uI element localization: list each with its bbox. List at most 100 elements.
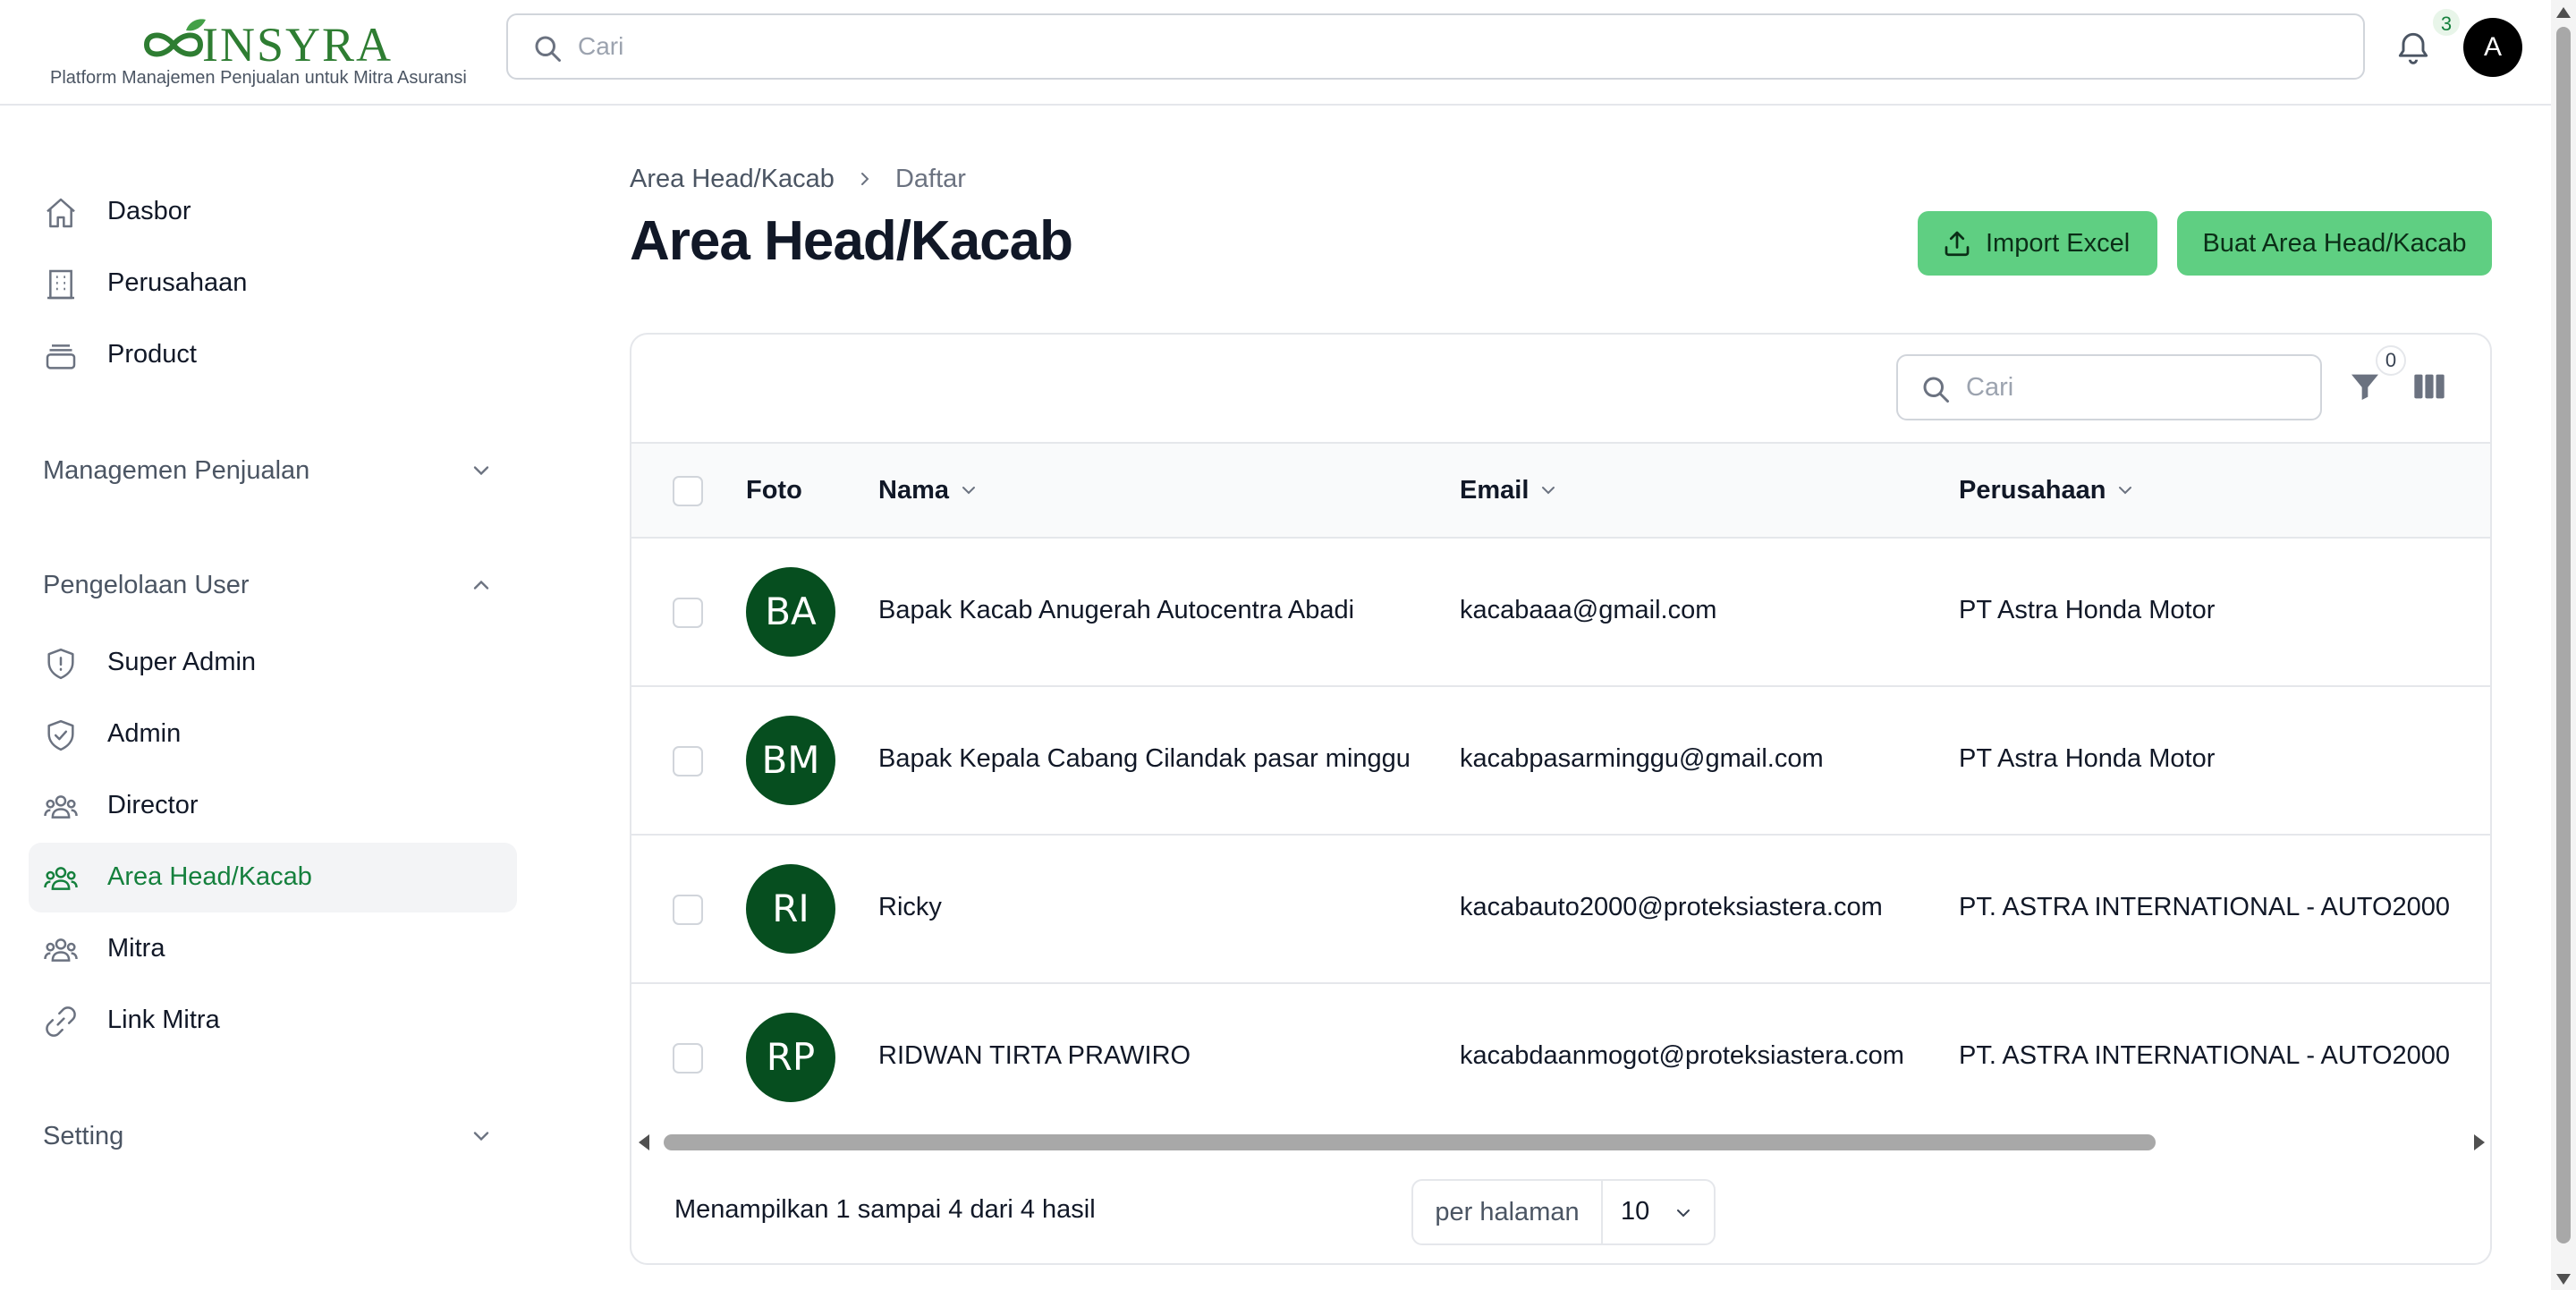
column-label: Perusahaan xyxy=(1959,476,2106,505)
chevron-down-icon xyxy=(473,1132,489,1141)
sidebar-item-mitra[interactable]: Mitra xyxy=(29,914,517,984)
breadcrumb-link[interactable]: Area Head/Kacab xyxy=(630,165,835,193)
table-header: Foto Nama Email Perusahaan xyxy=(631,442,2490,539)
top-bar: INSYRA Platform Manajemen Penjualan untu… xyxy=(0,0,2551,106)
sidebar-group-label: Setting xyxy=(43,1122,124,1150)
sidebar-item-super-admin[interactable]: Super Admin xyxy=(29,628,517,698)
cell-email: kacabpasarminggu@gmail.com xyxy=(1460,744,1824,773)
scroll-right-arrow-icon[interactable] xyxy=(2474,1134,2485,1150)
per-page-value: 10 xyxy=(1621,1197,1650,1226)
table-row[interactable]: BA Bapak Kacab Anugerah Autocentra Abadi… xyxy=(631,539,2490,687)
archive-box-icon xyxy=(46,344,76,369)
link-icon xyxy=(46,1006,76,1037)
row-checkbox[interactable] xyxy=(673,895,703,925)
sidebar-group-pengelolaan-user[interactable]: Pengelolaan User xyxy=(29,558,517,612)
column-label: Email xyxy=(1460,476,1530,505)
shield-check-icon xyxy=(47,719,74,751)
row-checkbox[interactable] xyxy=(673,746,703,777)
row-checkbox[interactable] xyxy=(673,1043,703,1074)
sidebar-group-label: Managemen Penjualan xyxy=(43,456,310,485)
upload-icon xyxy=(1945,231,1970,257)
chevron-down-icon xyxy=(2119,487,2132,495)
avatar: BM xyxy=(746,716,835,805)
sidebar-item-product[interactable]: Product xyxy=(29,320,517,390)
table-horizontal-scrollbar[interactable] xyxy=(631,1129,2490,1156)
cell-perusahaan: PT. ASTRA INTERNATIONAL - AUTO2000 xyxy=(1959,1041,2451,1070)
infinity-logo-icon xyxy=(143,19,206,57)
per-page-select[interactable]: per halaman 10 xyxy=(1411,1179,1716,1245)
cell-nama: Bapak Kepala Cabang Cilandak pasar mingg… xyxy=(878,744,1411,773)
sidebar-item-area-head-kacab[interactable]: Area Head/Kacab xyxy=(29,843,517,912)
user-group-icon xyxy=(44,938,78,962)
scroll-down-arrow-icon[interactable] xyxy=(2556,1274,2571,1285)
notification-badge: 3 xyxy=(2431,7,2462,38)
sidebar-item-label: Director xyxy=(107,791,199,819)
cell-email: kacabdaanmogot@proteksiastera.com xyxy=(1460,1041,1904,1070)
search-icon xyxy=(535,36,561,62)
avatar: BA xyxy=(746,567,835,657)
per-page-label: per halaman xyxy=(1413,1181,1603,1243)
column-header-email[interactable]: Email xyxy=(1460,476,1559,505)
sidebar-item-dasbor[interactable]: Dasbor xyxy=(29,177,517,247)
sidebar-item-label: Perusahaan xyxy=(107,268,248,297)
table-search-input[interactable] xyxy=(1966,365,2306,410)
table-search[interactable] xyxy=(1896,354,2322,420)
page-title: Area Head/Kacab xyxy=(630,210,1073,272)
sidebar: Dasbor Perusahaan Product Managemen Penj… xyxy=(0,107,537,1290)
building-icon xyxy=(47,269,74,300)
scroll-up-arrow-icon[interactable] xyxy=(2556,7,2571,18)
user-group-icon xyxy=(44,867,78,890)
table-card: 0 Foto Nama Email Perusahaan BA Bapak Ka… xyxy=(630,333,2492,1265)
chevron-down-icon xyxy=(962,487,975,495)
global-search[interactable] xyxy=(506,13,2365,80)
sidebar-item-label: Admin xyxy=(107,719,182,748)
cell-perusahaan: PT Astra Honda Motor xyxy=(1959,744,2216,773)
scrollbar-thumb[interactable] xyxy=(664,1134,2156,1150)
sidebar-item-label: Area Head/Kacab xyxy=(107,862,312,891)
filter-icon[interactable] xyxy=(2347,369,2383,404)
global-search-input[interactable] xyxy=(578,24,2277,69)
filter-count-badge: 0 xyxy=(2376,345,2406,376)
bell-icon[interactable] xyxy=(2394,27,2433,68)
sidebar-item-label: Link Mitra xyxy=(107,1006,220,1034)
chevron-down-icon xyxy=(473,466,489,476)
app-logo[interactable]: INSYRA Platform Manajemen Penjualan untu… xyxy=(50,13,470,93)
import-excel-button[interactable]: Import Excel xyxy=(1918,211,2157,276)
create-area-head-button[interactable]: Buat Area Head/Kacab xyxy=(2177,211,2492,276)
row-checkbox[interactable] xyxy=(673,598,703,628)
sidebar-item-admin[interactable]: Admin xyxy=(29,700,517,769)
sidebar-group-managemen-penjualan[interactable]: Managemen Penjualan xyxy=(29,444,517,497)
sidebar-item-link-mitra[interactable]: Link Mitra xyxy=(29,986,517,1056)
breadcrumb: Area Head/Kacab Daftar xyxy=(630,165,966,194)
cell-perusahaan: PT Astra Honda Motor xyxy=(1959,596,2216,624)
column-header-nama[interactable]: Nama xyxy=(878,476,979,505)
avatar: RI xyxy=(746,864,835,954)
search-icon xyxy=(1923,377,1949,403)
cell-nama: RIDWAN TIRTA PRAWIRO xyxy=(878,1041,1191,1070)
table-row[interactable]: RI Ricky kacabauto2000@proteksiastera.co… xyxy=(631,836,2490,984)
sidebar-item-label: Super Admin xyxy=(107,648,257,676)
user-avatar[interactable]: A xyxy=(2463,18,2522,77)
scrollbar-thumb[interactable] xyxy=(2556,27,2571,1243)
avatar: RP xyxy=(746,1013,835,1102)
import-excel-label: Import Excel xyxy=(1986,229,2131,258)
sidebar-group-setting[interactable]: Setting xyxy=(29,1109,517,1163)
sidebar-group-label: Pengelolaan User xyxy=(43,571,250,599)
select-all-checkbox[interactable] xyxy=(673,476,703,506)
sidebar-item-director[interactable]: Director xyxy=(29,771,517,841)
chevron-down-icon xyxy=(1677,1209,1690,1218)
brand-name: INSYRA xyxy=(202,18,394,72)
columns-icon[interactable] xyxy=(2411,369,2447,404)
page-scrollbar[interactable] xyxy=(2551,0,2576,1290)
table-row[interactable]: BM Bapak Kepala Cabang Cilandak pasar mi… xyxy=(631,687,2490,836)
table-row[interactable]: RP RIDWAN TIRTA PRAWIRO kacabdaanmogot@p… xyxy=(631,984,2490,1133)
column-label: Nama xyxy=(878,476,949,505)
shield-exclamation-icon xyxy=(47,648,74,680)
column-header-perusahaan[interactable]: Perusahaan xyxy=(1959,476,2136,505)
chevron-down-icon xyxy=(1542,487,1555,495)
scroll-left-arrow-icon[interactable] xyxy=(639,1134,649,1150)
sidebar-item-perusahaan[interactable]: Perusahaan xyxy=(29,249,517,318)
user-group-icon xyxy=(44,795,78,819)
chevron-right-icon xyxy=(860,173,869,185)
cell-email: kacabaaa@gmail.com xyxy=(1460,596,1717,624)
